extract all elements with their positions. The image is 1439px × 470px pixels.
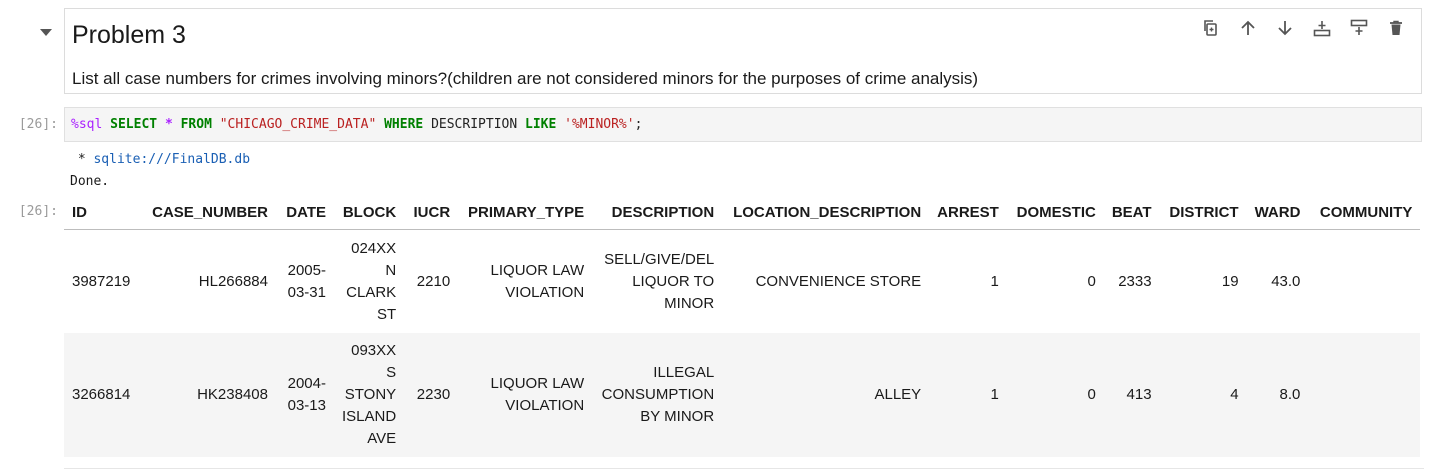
cell-iucr: 2210 bbox=[404, 229, 459, 333]
connection-prefix: * bbox=[70, 152, 94, 167]
cell-location-description: ALLEY bbox=[722, 333, 930, 457]
cell-community bbox=[1308, 333, 1421, 457]
col-header-iucr: IUCR bbox=[404, 196, 459, 230]
output-prompt: [26]: bbox=[18, 204, 58, 219]
cell-arrest: 1 bbox=[929, 333, 1007, 457]
result-table: ID CASE_NUMBER DATE BLOCK IUCR PRIMARY_T… bbox=[64, 196, 1421, 457]
output-status: Done. bbox=[70, 174, 110, 189]
col-header-district: DISTRICT bbox=[1159, 196, 1247, 230]
col-header-id: ID bbox=[64, 196, 142, 230]
output-bottom-divider bbox=[64, 468, 1424, 469]
kw-star: * bbox=[164, 117, 173, 132]
delete-icon[interactable] bbox=[1383, 15, 1409, 41]
kw-like: LIKE bbox=[525, 117, 557, 132]
col-header-primary-type: PRIMARY_TYPE bbox=[458, 196, 593, 230]
cell-heading: Problem 3 bbox=[72, 21, 186, 49]
sql-code-line[interactable]: %sql SELECT * FROM "CHICAGO_CRIME_DATA" … bbox=[71, 117, 642, 132]
cell-domestic: 0 bbox=[1006, 333, 1104, 457]
col-header-case-number: CASE_NUMBER bbox=[142, 196, 276, 230]
move-down-icon[interactable] bbox=[1272, 15, 1298, 41]
table-name: "CHICAGO_CRIME_DATA" bbox=[219, 117, 377, 132]
table-row: 3266814 HK238408 2004-03-13 093XX S STON… bbox=[64, 333, 1421, 457]
cell-ward: 8.0 bbox=[1246, 333, 1309, 457]
col-header-beat: BEAT bbox=[1103, 196, 1160, 230]
result-table-container: ID CASE_NUMBER DATE BLOCK IUCR PRIMARY_T… bbox=[64, 196, 1424, 470]
kw-from: FROM bbox=[180, 117, 212, 132]
cell-case-number: HK238408 bbox=[142, 333, 276, 457]
table-row: 3987219 HL266884 2005-03-31 024XX N CLAR… bbox=[64, 229, 1421, 333]
column-name: DESCRIPTION bbox=[431, 117, 518, 132]
table-header-row: ID CASE_NUMBER DATE BLOCK IUCR PRIMARY_T… bbox=[64, 196, 1421, 230]
cell-district: 19 bbox=[1159, 229, 1247, 333]
markdown-cell[interactable]: Problem 3 List all case numbers for crim… bbox=[64, 8, 1422, 94]
cell-iucr: 2230 bbox=[404, 333, 459, 457]
connection-line: * sqlite:///FinalDB.db bbox=[70, 152, 250, 167]
col-header-date: DATE bbox=[276, 196, 334, 230]
col-header-location-description: LOCATION_DESCRIPTION bbox=[722, 196, 930, 230]
cell-beat: 413 bbox=[1103, 333, 1160, 457]
cell-district: 4 bbox=[1159, 333, 1247, 457]
cell-community bbox=[1308, 229, 1421, 333]
cell-beat: 2333 bbox=[1103, 229, 1160, 333]
col-header-ward: WARD bbox=[1246, 196, 1309, 230]
cell-description: SELL/GIVE/DEL LIQUOR TO MINOR bbox=[592, 229, 723, 333]
col-header-description: DESCRIPTION bbox=[592, 196, 723, 230]
col-header-domestic: DOMESTIC bbox=[1006, 196, 1104, 230]
sql-magic: %sql bbox=[71, 117, 103, 132]
cell-id: 3266814 bbox=[64, 333, 142, 457]
collapse-toggle-icon[interactable] bbox=[40, 29, 52, 36]
col-header-block: BLOCK bbox=[334, 196, 405, 230]
cell-arrest: 1 bbox=[929, 229, 1007, 333]
insert-above-icon[interactable] bbox=[1309, 15, 1335, 41]
col-header-community: COMMUNITY bbox=[1308, 196, 1421, 230]
cell-block: 024XX N CLARK ST bbox=[334, 229, 405, 333]
like-pattern: '%MINOR%' bbox=[564, 117, 635, 132]
code-cell-editor[interactable]: %sql SELECT * FROM "CHICAGO_CRIME_DATA" … bbox=[64, 107, 1422, 142]
duplicate-icon[interactable] bbox=[1198, 15, 1224, 41]
cell-block: 093XX S STONY ISLAND AVE bbox=[334, 333, 405, 457]
col-header-arrest: ARREST bbox=[929, 196, 1007, 230]
cell-date: 2004-03-13 bbox=[276, 333, 334, 457]
move-up-icon[interactable] bbox=[1235, 15, 1261, 41]
cell-case-number: HL266884 bbox=[142, 229, 276, 333]
kw-select: SELECT bbox=[110, 117, 158, 132]
cell-date: 2005-03-31 bbox=[276, 229, 334, 333]
cell-primary-type: LIQUOR LAW VIOLATION bbox=[458, 229, 593, 333]
connection-string: sqlite:///FinalDB.db bbox=[93, 152, 251, 167]
input-prompt: [26]: bbox=[18, 117, 58, 132]
cell-toolbar bbox=[1198, 15, 1409, 41]
cell-description: List all case numbers for crimes involvi… bbox=[72, 69, 979, 88]
cell-id: 3987219 bbox=[64, 229, 142, 333]
cell-primary-type: LIQUOR LAW VIOLATION bbox=[458, 333, 593, 457]
semicolon: ; bbox=[634, 117, 643, 132]
cell-ward: 43.0 bbox=[1246, 229, 1309, 333]
cell-domestic: 0 bbox=[1006, 229, 1104, 333]
kw-where: WHERE bbox=[384, 117, 424, 132]
cell-description: ILLEGAL CONSUMPTION BY MINOR bbox=[592, 333, 723, 457]
insert-below-icon[interactable] bbox=[1346, 15, 1372, 41]
cell-location-description: CONVENIENCE STORE bbox=[722, 229, 930, 333]
